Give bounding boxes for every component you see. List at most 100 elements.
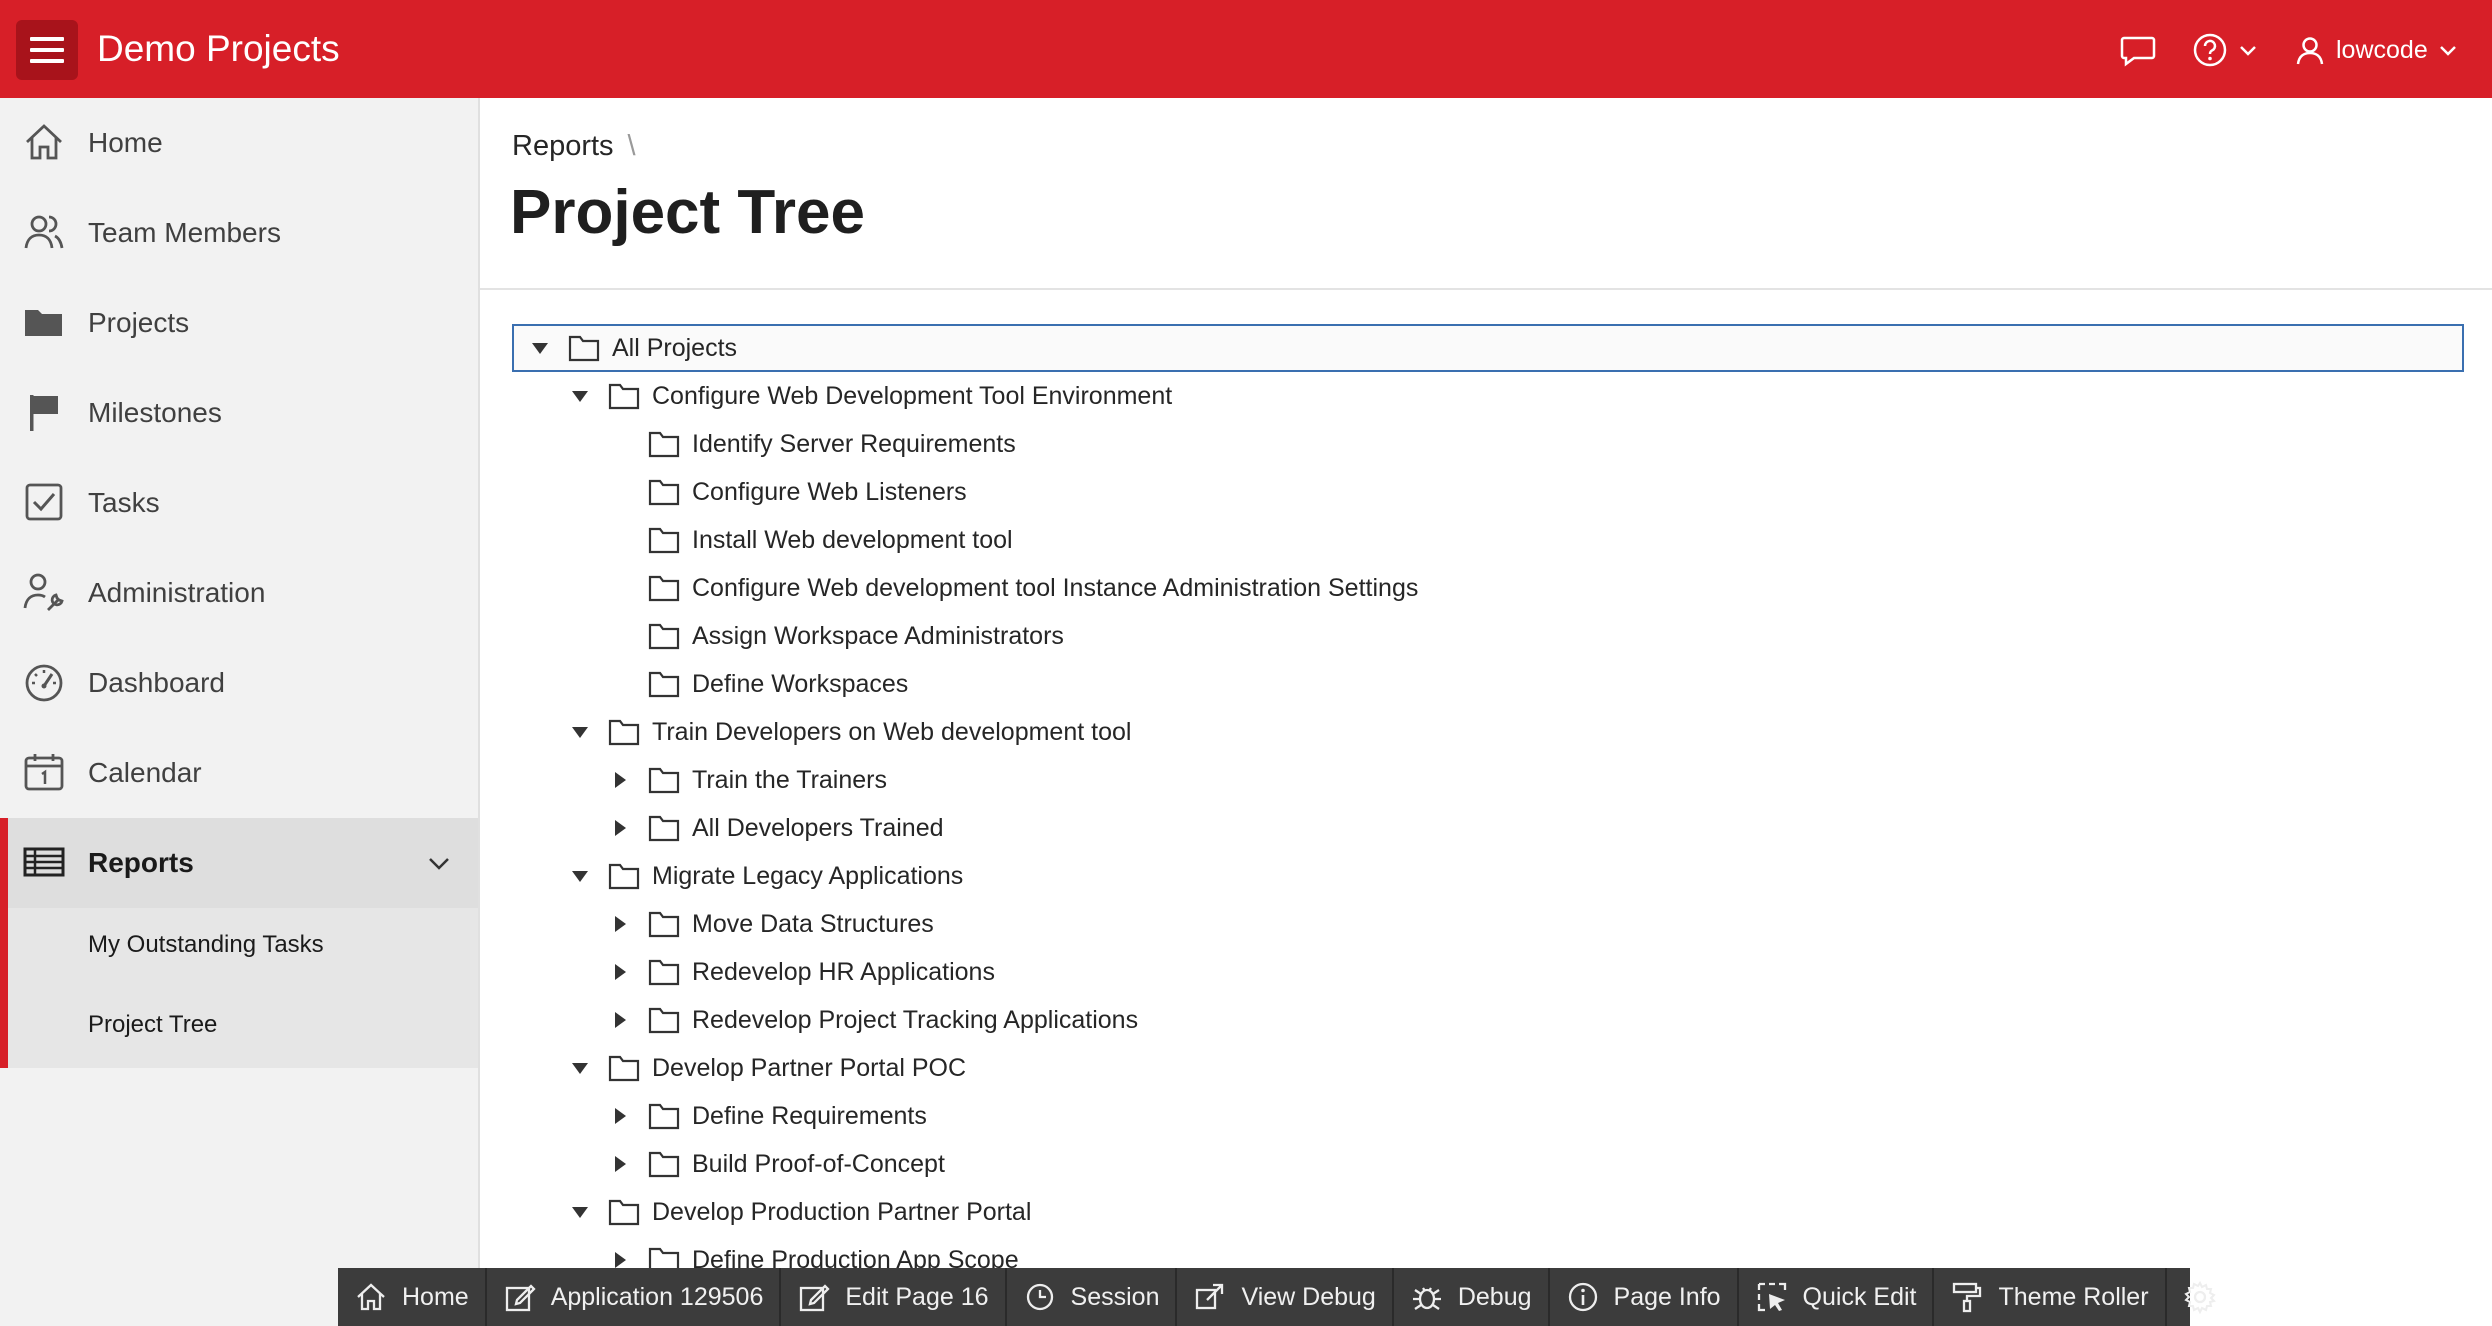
devbar-debug-button[interactable]: Debug [1394,1268,1550,1326]
tree-node[interactable]: Install Web development tool [608,520,1013,560]
help-menu-button[interactable] [2190,28,2264,72]
folder-icon [648,1102,680,1130]
sidebar-item-calendar[interactable]: Calendar [0,728,478,818]
tree-node[interactable]: Migrate Legacy Applications [568,856,963,896]
folder-icon [648,814,680,842]
devbar-label: Theme Roller [1998,1282,2149,1311]
folder-icon [648,910,680,938]
expand-caret-right-icon[interactable] [608,1104,632,1128]
expand-caret-right-icon[interactable] [608,816,632,840]
expand-caret-down-icon[interactable] [568,864,592,888]
expand-caret-down-icon[interactable] [568,384,592,408]
sidebar-item-tasks[interactable]: Tasks [0,458,478,548]
chat-icon [2120,36,2156,67]
expand-caret-right-icon[interactable] [608,768,632,792]
expand-caret-down-icon[interactable] [568,1056,592,1080]
tree-node[interactable]: All Developers Trained [608,808,944,848]
calendar-icon [24,754,64,791]
sidebar-item-label: Milestones [88,397,222,428]
gear-icon [2183,1281,2216,1314]
tree-node[interactable]: Train the Trainers [608,760,887,800]
sidebar-item-team-members[interactable]: Team Members [0,188,478,278]
devbar-view-debug-button[interactable]: View Debug [1177,1268,1394,1326]
sidebar-item-home[interactable]: Home [0,98,478,188]
edit-icon [505,1284,536,1312]
tree-node[interactable]: Build Proof-of-Concept [608,1144,945,1184]
tree-node[interactable]: Redevelop Project Tracking Applications [608,1000,1138,1040]
tree-node[interactable]: Configure Web Development Tool Environme… [568,376,1172,416]
tree-node[interactable]: Train Developers on Web development tool [568,712,1131,752]
tree-node-label: Train Developers on Web development tool [652,717,1132,746]
home-icon [357,1283,385,1311]
folder-icon [608,1198,640,1226]
header-divider [480,288,2492,290]
devbar-home-button[interactable]: Home [338,1268,487,1326]
devbar-theme-roller-button[interactable]: Theme Roller [1934,1268,2167,1326]
folder-icon [608,718,640,746]
sidebar-item-reports[interactable]: Reports [0,818,478,908]
devbar-application-button[interactable]: Application 129506 [487,1268,782,1326]
devbar-label: Application 129506 [550,1282,764,1311]
users-icon [24,215,64,249]
sidebar-nav: Home Team Members Projects Milestones Ta… [0,98,480,1326]
devbar-label: Home [402,1282,469,1311]
tree-node[interactable]: Move Data Structures [608,904,934,944]
folder-icon [648,766,680,794]
tree-node[interactable]: Redevelop HR Applications [608,952,995,992]
tree-node[interactable]: All Projects [528,328,737,368]
tree-node[interactable]: Configure Web Listeners [608,472,967,512]
user-name: lowcode [2336,35,2428,64]
tree-node-label: Redevelop HR Applications [692,957,995,986]
folder-icon [608,1054,640,1082]
feedback-button[interactable] [2118,30,2158,70]
breadcrumb-separator: \ [627,130,636,162]
expand-caret-down-icon[interactable] [528,336,552,360]
page-title: Project Tree [510,178,865,247]
tree-node[interactable]: Develop Partner Portal POC [568,1048,966,1088]
app-title[interactable]: Demo Projects [97,24,340,74]
sidebar-item-milestones[interactable]: Milestones [0,368,478,458]
breadcrumb-link-reports[interactable]: Reports [512,130,614,162]
devbar-quick-edit-button[interactable]: Quick Edit [1739,1268,1935,1326]
tree-node-label: Build Proof-of-Concept [692,1149,945,1178]
devbar-page-info-button[interactable]: Page Info [1550,1268,1739,1326]
folder-icon [608,382,640,410]
sidebar-item-projects[interactable]: Projects [0,278,478,368]
expand-caret-right-icon[interactable] [608,1152,632,1176]
folder-icon [648,1006,680,1034]
tree-node[interactable]: Assign Workspace Administrators [608,616,1064,656]
tree-root-focus [512,324,2464,372]
devbar-edit-page-button[interactable]: Edit Page 16 [781,1268,1007,1326]
help-icon [2193,33,2227,67]
devbar-session-button[interactable]: Session [1007,1268,1178,1326]
user-menu-button[interactable]: lowcode [2294,28,2464,72]
sidebar-subitem-my-outstanding-tasks[interactable]: My Outstanding Tasks [88,930,324,960]
tree-node-label: Train the Trainers [692,765,887,794]
sidebar-item-administration[interactable]: Administration [0,548,478,638]
folder-icon [648,478,680,506]
expand-caret-right-icon[interactable] [608,960,632,984]
tree-node[interactable]: Define Requirements [608,1096,927,1136]
devbar-label: Page Info [1613,1282,1721,1311]
top-header: Demo Projects lowcode [0,0,2492,98]
clock-icon [1026,1283,1053,1311]
expand-caret-down-icon[interactable] [568,720,592,744]
expand-caret-down-icon[interactable] [568,1200,592,1224]
tree-node[interactable]: Identify Server Requirements [608,424,1016,464]
expand-caret-right-icon[interactable] [608,1008,632,1032]
bug-icon [1412,1287,1441,1310]
sidebar-subitem-project-tree[interactable]: Project Tree [88,1010,217,1040]
devbar-settings-button[interactable] [2167,1268,2233,1326]
tree-node[interactable]: Develop Production Partner Portal [568,1192,1031,1232]
edit-icon [800,1284,830,1312]
tree-node[interactable]: Configure Web development tool Instance … [608,568,1418,608]
tree-node-label: Assign Workspace Administrators [692,621,1064,650]
tree-node[interactable]: Define Workspaces [608,664,908,704]
devbar-label: Edit Page 16 [845,1282,989,1311]
menu-toggle-button[interactable] [16,20,78,80]
chevron-down-icon[interactable] [426,850,452,876]
user-wrench-icon [23,573,64,611]
sidebar-item-label: Projects [88,307,190,338]
expand-caret-right-icon[interactable] [608,912,632,936]
sidebar-item-dashboard[interactable]: Dashboard [0,638,478,728]
